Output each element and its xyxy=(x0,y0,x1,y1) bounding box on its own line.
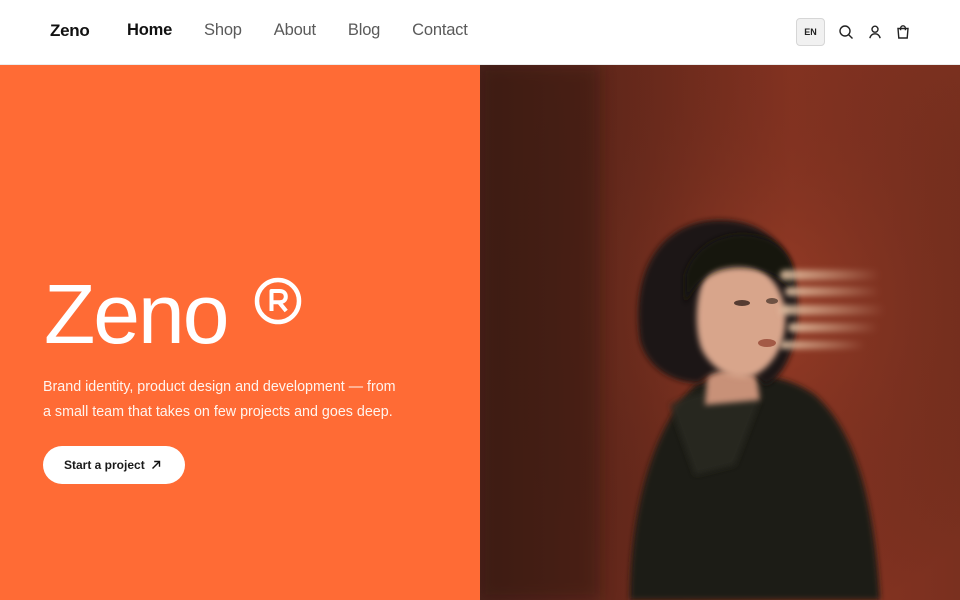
portrait-illustration xyxy=(480,65,960,600)
nav-shop[interactable]: Shop xyxy=(204,21,242,40)
start-project-button[interactable]: Start a project xyxy=(43,446,185,484)
portrait-photo xyxy=(480,65,960,600)
hero-title: Zeno xyxy=(44,267,229,361)
search-icon[interactable] xyxy=(838,24,854,40)
cart-icon[interactable] xyxy=(895,24,911,40)
nav-home[interactable]: Home xyxy=(127,21,172,40)
hero-panel: Zeno Brand identity, product design and … xyxy=(0,65,480,600)
site-header: Zeno Home Shop About Blog Contact EN xyxy=(0,0,960,65)
logo[interactable]: Zeno xyxy=(50,21,90,41)
cta-label: Start a project xyxy=(64,458,145,472)
nav-blog[interactable]: Blog xyxy=(348,21,380,40)
main-nav: Home Shop About Blog Contact xyxy=(127,21,500,40)
language-selector[interactable]: EN xyxy=(796,18,825,46)
arrow-up-right-icon xyxy=(151,460,161,470)
registered-mark-icon xyxy=(254,277,302,325)
nav-contact[interactable]: Contact xyxy=(412,21,468,40)
nav-about[interactable]: About xyxy=(274,21,316,40)
hero-description: Brand identity, product design and devel… xyxy=(43,379,396,420)
user-icon[interactable] xyxy=(867,24,883,40)
